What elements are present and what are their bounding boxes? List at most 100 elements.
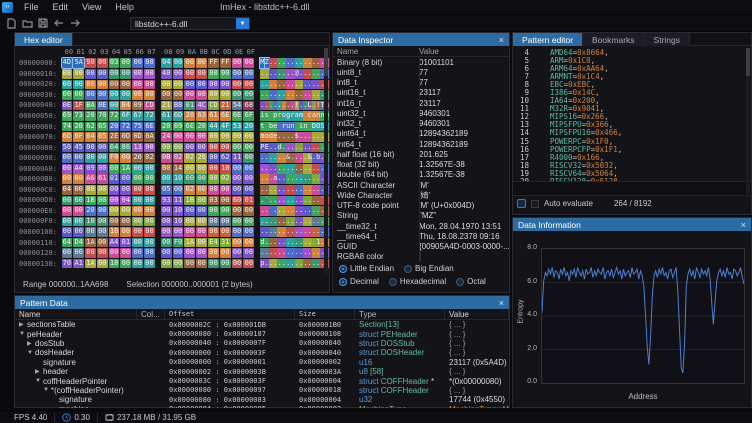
hex-byte[interactable]: 10 xyxy=(220,164,231,174)
hex-byte[interactable]: 70 xyxy=(97,111,108,121)
close-icon[interactable]: × xyxy=(741,220,746,230)
hex-byte[interactable]: 09 xyxy=(132,101,143,111)
hex-byte[interactable]: 00 xyxy=(243,164,254,174)
hex-byte[interactable]: 00 xyxy=(132,206,143,216)
hex-byte[interactable]: 00 xyxy=(232,58,243,68)
hex-byte[interactable]: 00 xyxy=(62,164,73,174)
hex-byte[interactable]: 72 xyxy=(109,111,120,121)
hex-byte[interactable]: 20 xyxy=(184,111,195,121)
hex-byte[interactable]: 00 xyxy=(132,217,143,227)
hex-byte[interactable]: 00 xyxy=(173,90,184,100)
inspector-row[interactable]: double (64 bit)1.32567E-38 xyxy=(333,170,509,180)
hex-byte[interactable]: 00 xyxy=(144,227,155,237)
hex-byte[interactable]: 50 xyxy=(62,143,73,153)
hex-byte[interactable]: 00 xyxy=(120,58,131,68)
chevron-down-icon[interactable]: ▼ xyxy=(35,378,43,384)
hex-byte[interactable]: 00 xyxy=(232,90,243,100)
hex-byte[interactable]: 00 xyxy=(243,80,254,90)
code-line[interactable]: 11M32R = 0x9041, xyxy=(513,105,751,113)
hex-byte[interactable]: 00 xyxy=(97,217,108,227)
hex-byte[interactable]: 80 xyxy=(208,90,219,100)
hex-byte[interactable]: 00 xyxy=(208,227,219,237)
hex-byte[interactable]: A6 xyxy=(85,174,96,184)
code-line[interactable]: 18RISCV32 = 0x5032, xyxy=(513,161,751,169)
hex-byte[interactable]: 13 xyxy=(132,143,143,153)
hex-byte[interactable]: 00 xyxy=(144,164,155,174)
hex-byte[interactable]: 00 xyxy=(243,185,254,195)
hex-byte[interactable]: 00 xyxy=(109,164,120,174)
hex-byte[interactable]: 00 xyxy=(232,143,243,153)
open-folder-icon[interactable] xyxy=(20,17,34,30)
hex-byte[interactable]: 00 xyxy=(243,248,254,258)
hex-byte[interactable]: 1B xyxy=(184,196,195,206)
hex-byte[interactable]: 20 xyxy=(109,122,120,132)
hex-byte[interactable]: 00 xyxy=(232,238,243,248)
hex-byte[interactable]: B8 xyxy=(173,101,184,111)
hex-byte[interactable]: 00 xyxy=(184,132,195,142)
hex-byte[interactable]: 02 xyxy=(184,153,195,163)
close-icon[interactable]: × xyxy=(499,298,504,308)
hex-byte[interactable]: 00 xyxy=(220,248,231,258)
hex-byte[interactable]: 00 xyxy=(232,259,243,269)
pattern-row[interactable]: signature0x00000080 : 0x000000830x000000… xyxy=(15,395,509,404)
hex-byte[interactable]: 00 xyxy=(132,80,143,90)
hex-byte[interactable]: 00 xyxy=(97,259,108,269)
inspector-row[interactable]: __time64_tThu, 18.08.2378 09:16 xyxy=(333,231,509,241)
hex-byte[interactable]: 00 xyxy=(120,69,131,79)
hex-byte[interactable]: 00 xyxy=(243,174,254,184)
inspector-row[interactable]: int16_t23117 xyxy=(333,98,509,108)
hex-byte[interactable]: 00 xyxy=(97,69,108,79)
hex-byte[interactable]: 4F xyxy=(220,122,231,132)
hex-byte[interactable]: 00 xyxy=(243,217,254,227)
hex-byte[interactable]: 40 xyxy=(161,69,172,79)
hex-byte[interactable]: 00 xyxy=(243,238,254,248)
hex-byte[interactable]: A1 xyxy=(73,259,84,269)
hex-byte[interactable]: 02 xyxy=(220,174,231,184)
hex-byte[interactable]: 20 xyxy=(161,122,172,132)
radio-format-octal[interactable]: Octal xyxy=(456,277,486,286)
pattern-console[interactable] xyxy=(513,181,751,195)
hex-byte[interactable]: B8 xyxy=(62,69,73,79)
hex-byte[interactable]: B4 xyxy=(120,101,131,111)
radio-format-hexadecimal[interactable]: Hexadecimal xyxy=(389,277,446,286)
hex-byte[interactable]: 00 xyxy=(62,90,73,100)
hex-byte[interactable]: 00 xyxy=(144,58,155,68)
auto-evaluate-checkbox[interactable] xyxy=(531,200,539,208)
hex-byte[interactable]: 44 xyxy=(208,122,219,132)
hex-byte[interactable]: 1A xyxy=(85,238,96,248)
hex-byte[interactable]: 00 xyxy=(120,174,131,184)
hex-byte[interactable]: 00 xyxy=(85,80,96,90)
hex-byte[interactable]: 00 xyxy=(184,58,195,68)
menu-view[interactable]: View xyxy=(75,2,108,12)
hex-byte[interactable]: 0E xyxy=(62,101,73,111)
code-line[interactable]: 17R4000 = 0x166, xyxy=(513,153,751,161)
hex-byte[interactable]: 03 xyxy=(208,196,219,206)
hex-byte[interactable]: 00 xyxy=(173,248,184,258)
hex-byte[interactable]: 0E xyxy=(97,101,108,111)
hex-byte[interactable]: 00 xyxy=(97,227,108,237)
hex-byte[interactable]: 1A xyxy=(85,259,96,269)
hex-byte[interactable]: 00 xyxy=(232,185,243,195)
inspector-row[interactable]: uint64_t12894362189 xyxy=(333,129,509,139)
hex-byte[interactable]: 00 xyxy=(220,227,231,237)
hex-byte[interactable]: 0D xyxy=(120,132,131,142)
hex-byte[interactable]: 20 xyxy=(85,111,96,121)
chevron-right-icon[interactable]: ▶ xyxy=(35,368,43,375)
hex-byte[interactable]: 00 xyxy=(161,174,172,184)
radio-format-decimal[interactable]: Decimal xyxy=(339,277,379,286)
hex-byte[interactable]: 00 xyxy=(97,206,108,216)
hex-byte[interactable]: A4 xyxy=(73,164,84,174)
hex-byte[interactable]: 45 xyxy=(73,143,84,153)
inspector-row[interactable]: ASCII Character'M' xyxy=(333,180,509,190)
hex-byte[interactable]: 00 xyxy=(120,90,131,100)
hex-byte[interactable]: 11 xyxy=(232,153,243,163)
hex-byte[interactable]: 00 xyxy=(144,174,155,184)
hex-byte[interactable]: 00 xyxy=(196,90,207,100)
hex-byte[interactable]: 00 xyxy=(132,58,143,68)
hex-byte[interactable]: 1B xyxy=(85,196,96,206)
hex-byte[interactable]: 00 xyxy=(173,185,184,195)
tab-hex-editor[interactable]: Hex editor xyxy=(15,33,73,46)
hex-byte[interactable]: 90 xyxy=(85,58,96,68)
hex-byte[interactable]: 00 xyxy=(109,80,120,90)
hex-byte[interactable]: 04 xyxy=(120,196,131,206)
